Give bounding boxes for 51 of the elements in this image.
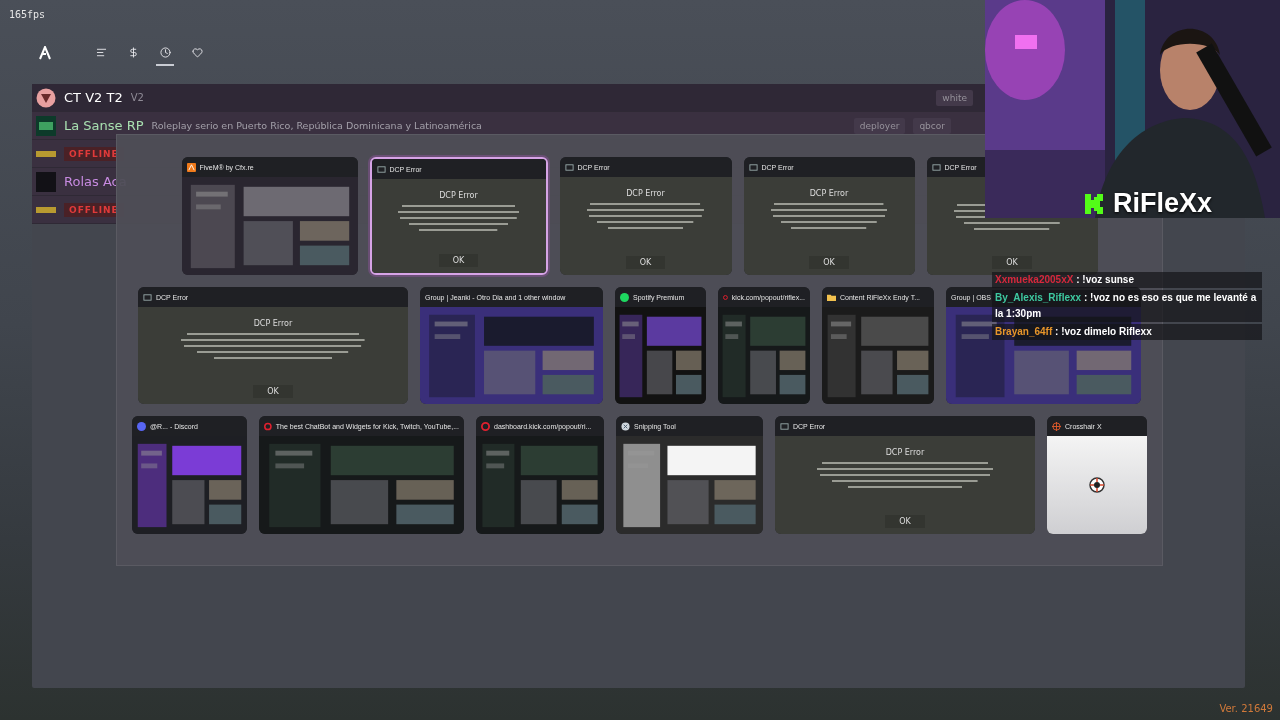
logo-icon xyxy=(38,46,52,60)
ok-button: OK xyxy=(992,256,1032,269)
browser-icon xyxy=(481,421,490,431)
clock-icon xyxy=(159,46,171,58)
server-version: V2 xyxy=(130,92,144,103)
server-description: Roleplay serio en Puerto Rico, República Dominicana y Latinoamérica xyxy=(151,120,482,131)
server-tag: deployer xyxy=(853,117,906,134)
monitor-icon xyxy=(143,292,152,302)
dollar-icon xyxy=(127,46,139,58)
chat-message: Brayan_64ff : !voz dimelo Riflexx xyxy=(992,324,1262,340)
ok-button: OK xyxy=(885,515,925,528)
fps-counter: 165fps xyxy=(8,8,46,20)
chat-message: Xxmueka2005xX : !voz sunse xyxy=(992,272,1262,288)
server-tag: white xyxy=(936,89,973,106)
server-name: CT V2 T2 xyxy=(64,90,123,105)
browser-icon xyxy=(723,292,728,302)
version-label: Ver. 21649 xyxy=(1219,703,1273,714)
dialog-heading: DCP Error xyxy=(253,319,293,328)
server-logo-icon xyxy=(36,150,56,157)
server-name: La Sanse RP xyxy=(64,118,144,133)
monitor-icon xyxy=(748,162,758,172)
discord-icon xyxy=(137,421,146,431)
folder-icon xyxy=(827,292,836,302)
kick-logo-icon xyxy=(1085,193,1103,214)
monitor-icon xyxy=(376,164,386,174)
dialog-heading: DCP Error xyxy=(626,189,665,198)
crosshair-icon xyxy=(1089,477,1105,493)
server-logo-icon xyxy=(36,115,56,136)
server-logo-icon xyxy=(36,171,56,192)
server-logo-icon xyxy=(36,206,56,213)
spotify-icon xyxy=(620,292,629,302)
ok-button: OK xyxy=(809,256,849,269)
ok-button: OK xyxy=(438,254,479,267)
channel-name: RiFleXx xyxy=(1113,188,1213,218)
ok-button: OK xyxy=(625,256,666,269)
monitor-icon xyxy=(931,162,941,172)
dialog-heading: DCP Error xyxy=(885,448,925,457)
app-icon xyxy=(186,162,196,172)
chat-message: By_Alexis_Riflexx : !voz no es eso es que me levanté a la 1:30pm xyxy=(992,290,1262,322)
server-tag: qbcor xyxy=(913,117,951,134)
ok-button: OK xyxy=(253,385,293,398)
monitor-icon xyxy=(780,421,789,431)
monitor-icon xyxy=(564,162,574,172)
server-logo-icon xyxy=(36,87,56,108)
browser-icon xyxy=(264,421,272,431)
dialog-heading: DCP Error xyxy=(439,191,478,200)
crosshair-icon xyxy=(1052,421,1061,431)
dialog-heading: DCP Error xyxy=(809,189,849,198)
list-icon xyxy=(95,46,107,58)
scissors-icon xyxy=(621,421,630,431)
heart-icon xyxy=(191,46,203,58)
